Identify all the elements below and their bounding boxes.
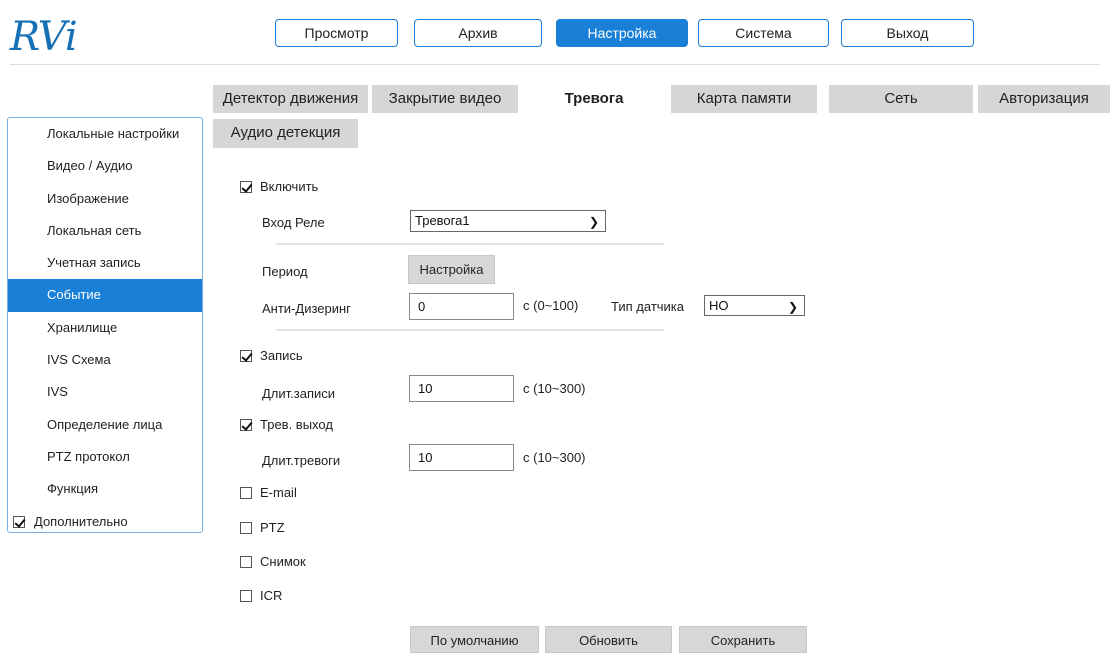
sidebar-item-local-settings[interactable]: Локальные настройки	[8, 118, 202, 150]
ptz-label: PTZ	[260, 520, 285, 535]
enable-label: Включить	[260, 179, 319, 194]
tab-network[interactable]: Сеть	[829, 85, 973, 113]
sidebar-item-event[interactable]: Событие	[8, 279, 202, 312]
tab-audio-detection[interactable]: Аудио детекция	[213, 119, 358, 148]
section-divider	[276, 329, 664, 331]
enable-checkbox[interactable]	[240, 180, 252, 193]
alarm-out-row[interactable]: Трев. выход	[240, 417, 333, 432]
nav-archive-button[interactable]: Архив	[414, 19, 542, 47]
snapshot-row[interactable]: Снимок	[240, 554, 306, 569]
tab-sd-card[interactable]: Карта памяти	[671, 85, 817, 113]
alarm-duration-input[interactable]: 10	[409, 444, 514, 471]
enable-row[interactable]: Включить	[240, 179, 318, 194]
tab-motion-detection[interactable]: Детектор движения	[213, 85, 368, 113]
rvi-logo: RVi	[10, 14, 78, 60]
period-label: Период	[262, 264, 308, 279]
refresh-button[interactable]: Обновить	[545, 626, 672, 653]
sidebar-advanced-toggle[interactable]: Дополнительно	[8, 506, 202, 538]
relay-input-label: Вход Реле	[262, 215, 325, 230]
icr-row[interactable]: ICR	[240, 588, 282, 603]
email-row[interactable]: E-mail	[240, 485, 297, 500]
tab-alarm[interactable]: Тревога	[521, 85, 667, 113]
antidither-label: Анти-Дизеринг	[262, 301, 351, 316]
save-button[interactable]: Сохранить	[679, 626, 807, 653]
sidebar-item-face-detection[interactable]: Определение лица	[8, 409, 202, 441]
ptz-checkbox[interactable]	[240, 521, 252, 534]
email-label: E-mail	[260, 485, 297, 500]
record-duration-input[interactable]: 10	[409, 375, 514, 402]
settings-sidebar: Локальные настройки Видео / Аудио Изобра…	[7, 117, 203, 533]
sensor-type-label: Тип датчика	[611, 299, 685, 314]
sidebar-item-image[interactable]: Изображение	[8, 183, 202, 215]
alarm-out-label: Трев. выход	[260, 417, 333, 432]
sidebar-item-video-audio[interactable]: Видео / Аудио	[8, 150, 202, 182]
default-button[interactable]: По умолчанию	[410, 626, 539, 653]
alarm-out-checkbox[interactable]	[240, 418, 252, 431]
sensor-type-value: НО	[709, 298, 729, 313]
icr-checkbox[interactable]	[240, 589, 252, 602]
record-checkbox[interactable]	[240, 349, 252, 362]
antidither-input[interactable]: 0	[409, 293, 514, 320]
icr-label: ICR	[260, 588, 283, 603]
email-checkbox[interactable]	[240, 486, 252, 499]
sidebar-item-account[interactable]: Учетная запись	[8, 247, 202, 279]
record-duration-label: Длит.записи	[262, 386, 336, 401]
sidebar-item-storage[interactable]: Хранилище	[8, 312, 202, 344]
tab-authorization[interactable]: Авторизация	[978, 85, 1110, 113]
sidebar-item-ptz-protocol[interactable]: PTZ протокол	[8, 441, 202, 473]
nav-view-button[interactable]: Просмотр	[275, 19, 398, 47]
nav-exit-button[interactable]: Выход	[841, 19, 974, 47]
snapshot-checkbox[interactable]	[240, 555, 252, 568]
advanced-label: Дополнительно	[34, 513, 128, 529]
antidither-range: с (0~100)	[523, 298, 579, 313]
chevron-down-icon: ❯	[787, 300, 798, 314]
period-setup-button[interactable]: Настройка	[408, 255, 495, 284]
alarm-duration-range: с (10~300)	[523, 450, 586, 465]
sensor-type-select[interactable]: НО ❯	[704, 295, 805, 316]
ptz-row[interactable]: PTZ	[240, 520, 285, 535]
nav-settings-button[interactable]: Настройка	[556, 19, 688, 47]
alarm-duration-label: Длит.тревоги	[262, 453, 341, 468]
tab-video-tamper[interactable]: Закрытие видео	[372, 85, 518, 113]
relay-input-select[interactable]: Тревога1 ❯	[410, 210, 606, 232]
record-row[interactable]: Запись	[240, 348, 303, 363]
sidebar-item-ivs-scheme[interactable]: IVS Схема	[8, 344, 202, 376]
top-navigation: Просмотр Архив Настройка Система Выход	[275, 19, 994, 47]
relay-input-value: Тревога1	[415, 213, 470, 228]
sidebar-item-function[interactable]: Функция	[8, 473, 202, 505]
advanced-checkbox[interactable]	[13, 515, 25, 528]
nav-system-button[interactable]: Система	[698, 19, 829, 47]
chevron-down-icon: ❯	[588, 215, 599, 229]
section-divider	[276, 243, 664, 245]
header-divider	[10, 64, 1100, 65]
record-duration-range: с (10~300)	[523, 381, 586, 396]
record-label: Запись	[260, 348, 303, 363]
sidebar-item-ivs[interactable]: IVS	[8, 376, 202, 408]
snapshot-label: Снимок	[260, 554, 306, 569]
sidebar-item-local-network[interactable]: Локальная сеть	[8, 215, 202, 247]
